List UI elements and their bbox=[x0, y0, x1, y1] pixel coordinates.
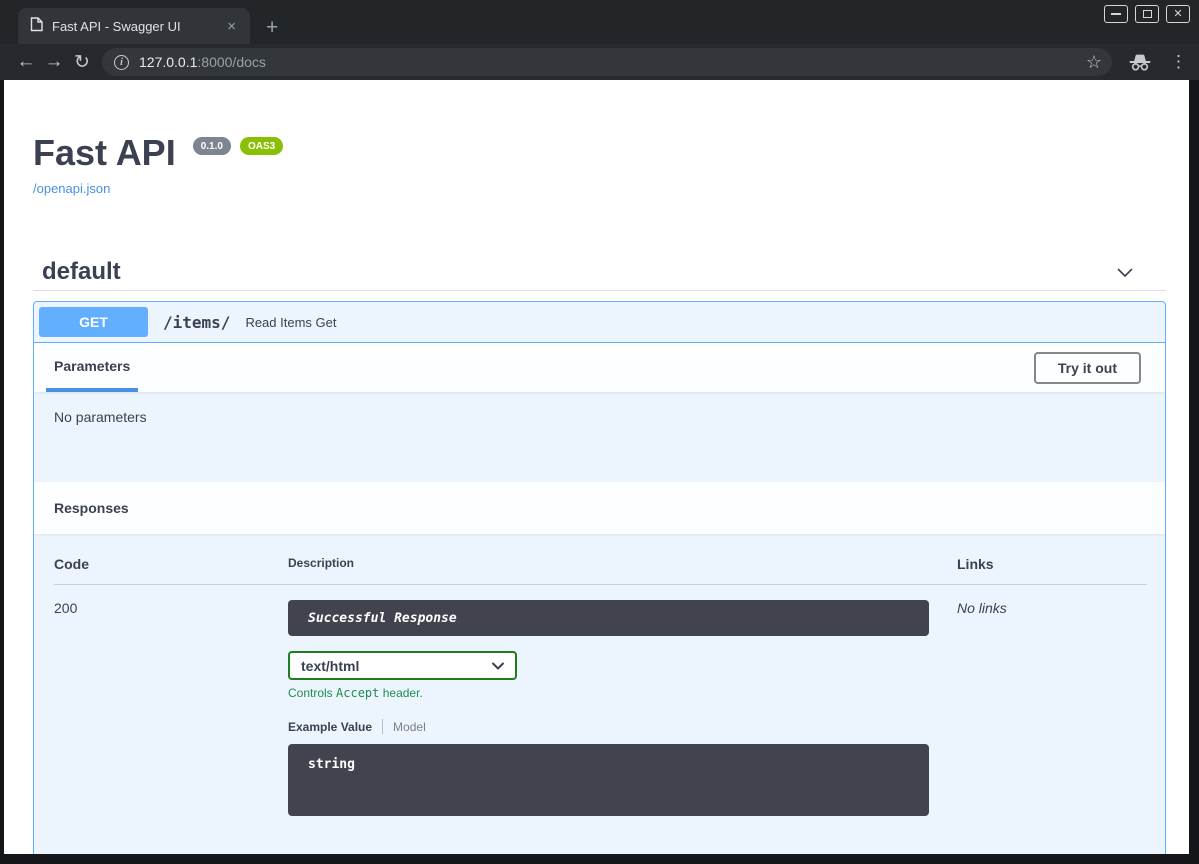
column-header-description: Description bbox=[288, 556, 957, 585]
bookmark-star-icon[interactable]: ☆ bbox=[1086, 53, 1102, 71]
operation-path: /items/ bbox=[163, 313, 230, 332]
response-description-block: Successful Response bbox=[288, 600, 929, 636]
window-controls: ✕ bbox=[1104, 5, 1190, 23]
chevron-down-icon[interactable] bbox=[1114, 261, 1136, 283]
tag-name: default bbox=[42, 258, 121, 286]
parameters-body: No parameters bbox=[34, 392, 1165, 482]
parameters-header: Parameters Try it out bbox=[34, 343, 1165, 392]
media-type-select[interactable]: text/html bbox=[288, 651, 517, 680]
tab-model[interactable]: Model bbox=[393, 720, 426, 734]
back-icon[interactable]: ← bbox=[12, 48, 40, 76]
tab-divider bbox=[382, 719, 383, 734]
minimize-button[interactable] bbox=[1104, 5, 1128, 23]
operation-block-get-items: GET /items/ Read Items Get Parameters Tr… bbox=[33, 301, 1166, 854]
close-button[interactable]: ✕ bbox=[1166, 5, 1190, 23]
swagger-page: Fast API 0.1.0 OAS3 /openapi.json defaul… bbox=[4, 80, 1189, 854]
response-code: 200 bbox=[54, 585, 288, 816]
tag-section-header[interactable]: default bbox=[33, 254, 1166, 291]
maximize-button[interactable] bbox=[1135, 5, 1159, 23]
browser-toolbar: ← → ↻ i 127.0.0.1:8000/docs ☆ ⋮ bbox=[0, 44, 1199, 80]
example-value-block: string bbox=[288, 744, 929, 816]
tab-example-value[interactable]: Example Value bbox=[288, 720, 372, 734]
site-info-icon[interactable]: i bbox=[114, 55, 129, 70]
model-example-tabs: Example Value Model bbox=[288, 719, 957, 734]
browser-tab[interactable]: Fast API - Swagger UI × bbox=[18, 8, 250, 44]
tab-parameters[interactable]: Parameters bbox=[46, 343, 138, 392]
reload-icon[interactable]: ↻ bbox=[68, 48, 96, 76]
column-header-links: Links bbox=[957, 556, 1147, 585]
tab-close-icon[interactable]: × bbox=[223, 17, 240, 36]
operation-summary[interactable]: GET /items/ Read Items Get bbox=[34, 302, 1165, 343]
version-badge: 0.1.0 bbox=[193, 137, 231, 155]
responses-header: Responses bbox=[34, 482, 1165, 534]
responses-title: Responses bbox=[54, 500, 129, 516]
oas3-badge: OAS3 bbox=[240, 137, 283, 155]
accept-header-note: Controls Accept header. bbox=[288, 686, 957, 700]
maximize-icon bbox=[1143, 10, 1152, 18]
media-type-value: text/html bbox=[301, 658, 359, 674]
minimize-icon bbox=[1111, 13, 1121, 15]
column-header-code: Code bbox=[54, 556, 288, 585]
browser-titlebar: Fast API - Swagger UI × + ✕ bbox=[0, 0, 1199, 44]
close-icon: ✕ bbox=[1173, 9, 1182, 20]
tab-title: Fast API - Swagger UI bbox=[52, 19, 214, 34]
browser-menu-icon[interactable]: ⋮ bbox=[1170, 52, 1187, 72]
page-title: Fast API bbox=[33, 134, 176, 172]
new-tab-button[interactable]: + bbox=[266, 17, 278, 38]
responses-body: Code Description Links 200 Successful Re… bbox=[34, 534, 1165, 854]
select-chevron-down-icon bbox=[491, 658, 505, 674]
no-parameters-text: No parameters bbox=[54, 409, 147, 425]
response-description-cell: Successful Response text/html bbox=[288, 585, 957, 816]
url-path: :8000/docs bbox=[197, 54, 266, 70]
try-it-out-button[interactable]: Try it out bbox=[1034, 352, 1141, 384]
forward-icon[interactable]: → bbox=[40, 48, 68, 76]
incognito-icon bbox=[1128, 53, 1152, 71]
http-method-badge: GET bbox=[39, 307, 148, 337]
address-bar[interactable]: i 127.0.0.1:8000/docs ☆ bbox=[102, 48, 1112, 76]
url-host: 127.0.0.1 bbox=[139, 54, 197, 70]
response-links: No links bbox=[957, 585, 1147, 816]
api-info: Fast API 0.1.0 OAS3 /openapi.json bbox=[33, 134, 1166, 198]
operation-description: Read Items Get bbox=[245, 315, 336, 330]
document-favicon-icon bbox=[30, 17, 43, 35]
browser-window: Fast API - Swagger UI × + ✕ ← → ↻ i 127.… bbox=[0, 0, 1199, 864]
openapi-spec-link[interactable]: /openapi.json bbox=[33, 181, 110, 196]
